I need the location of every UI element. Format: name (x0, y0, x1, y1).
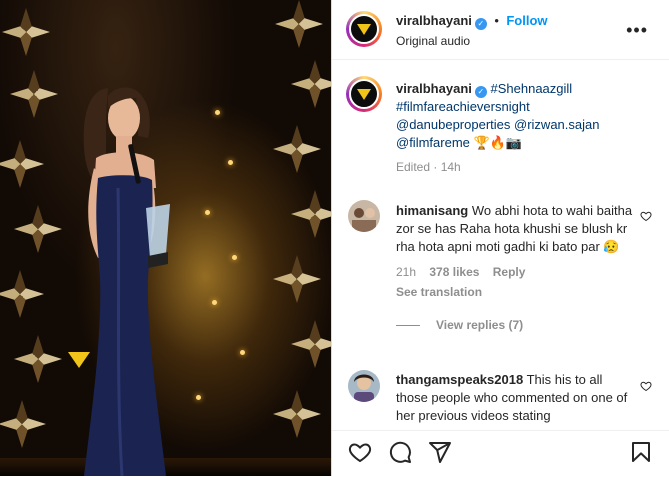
follow-button[interactable]: Follow (506, 13, 547, 28)
mention-link[interactable]: @danubeproperties (396, 117, 510, 132)
comment-like-heart-icon[interactable] (640, 210, 652, 222)
post-details-panel: viralbhayani ✓ • Follow Original audio ••… (332, 0, 669, 476)
caption: viralbhayani ✓ #Shehnaazgill #filmfareach… (396, 80, 658, 174)
woman-figure (83, 87, 170, 476)
verified-badge-icon: ✓ (474, 86, 487, 98)
comment-username[interactable]: himanisang (396, 203, 468, 218)
hashtag-link[interactable]: #Shehnaazgill (491, 81, 573, 96)
brand-logo-icon (357, 88, 371, 100)
post-media[interactable] (0, 0, 331, 476)
caption-meta: Edited · 14h (396, 160, 461, 174)
stage-decor-right (265, 0, 331, 476)
avatar[interactable] (346, 11, 382, 47)
commenter-avatar[interactable] (348, 370, 380, 402)
paper-plane-icon[interactable] (428, 440, 452, 464)
heart-icon[interactable] (348, 440, 372, 464)
comment-item: himanisang Wo abhi hota to wahi baitha z… (396, 202, 636, 332)
bookmark-icon[interactable] (629, 440, 653, 464)
comments-scroll-area[interactable]: viralbhayani ✓ #Shehnaazgill #filmfareach… (332, 60, 669, 430)
comment-item: thangamspeaks2018 This his to all those … (396, 371, 636, 425)
audio-label[interactable]: Original audio (396, 34, 470, 48)
separator-dot: • (494, 13, 499, 28)
comment-username[interactable]: thangamspeaks2018 (396, 372, 523, 387)
mention-link[interactable]: @rizwan.sajan (514, 117, 599, 132)
replies-line (396, 324, 420, 326)
reply-button[interactable]: Reply (493, 265, 526, 279)
commenter-avatar[interactable] (348, 200, 380, 232)
author-username[interactable]: viralbhayani (396, 13, 472, 28)
comment-icon[interactable] (388, 440, 412, 464)
comment-time[interactable]: 21h (396, 265, 416, 279)
mention-link[interactable]: @filmfareme (396, 135, 470, 150)
comment-like-heart-icon[interactable] (640, 380, 652, 392)
post-action-bar (332, 430, 669, 477)
view-replies-button[interactable]: View replies (7) (436, 318, 523, 332)
verified-badge-icon: ✓ (474, 17, 487, 30)
caption-avatar[interactable] (346, 76, 382, 112)
caption-emojis: 🏆🔥📷 (473, 135, 523, 150)
see-translation-link[interactable]: See translation (396, 285, 482, 299)
caption-username[interactable]: viralbhayani (396, 81, 472, 96)
more-options-icon[interactable]: ••• (626, 20, 648, 41)
watermark-logo (60, 345, 98, 375)
brand-logo-icon (357, 23, 371, 35)
hashtag-link[interactable]: #filmfareachieversnight (396, 99, 530, 114)
comment-likes[interactable]: 378 likes (429, 265, 479, 279)
post-header: viralbhayani ✓ • Follow Original audio ••… (332, 0, 669, 60)
